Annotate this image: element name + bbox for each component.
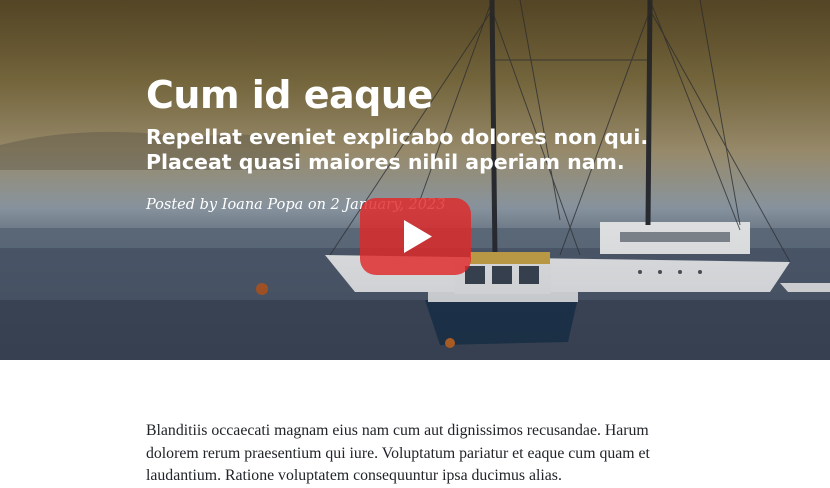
- hero-header: Cum id eaque Repellat eveniet explicabo …: [0, 0, 830, 360]
- video-play-button[interactable]: [360, 198, 471, 275]
- post-body-paragraph: Blanditiis occaecati magnam eius nam cum…: [146, 422, 650, 484]
- hero-overlay: [0, 0, 830, 360]
- post-title: Cum id eaque: [146, 73, 433, 117]
- play-icon: [404, 220, 432, 253]
- post-subtitle: Repellat eveniet explicabo dolores non q…: [146, 125, 649, 174]
